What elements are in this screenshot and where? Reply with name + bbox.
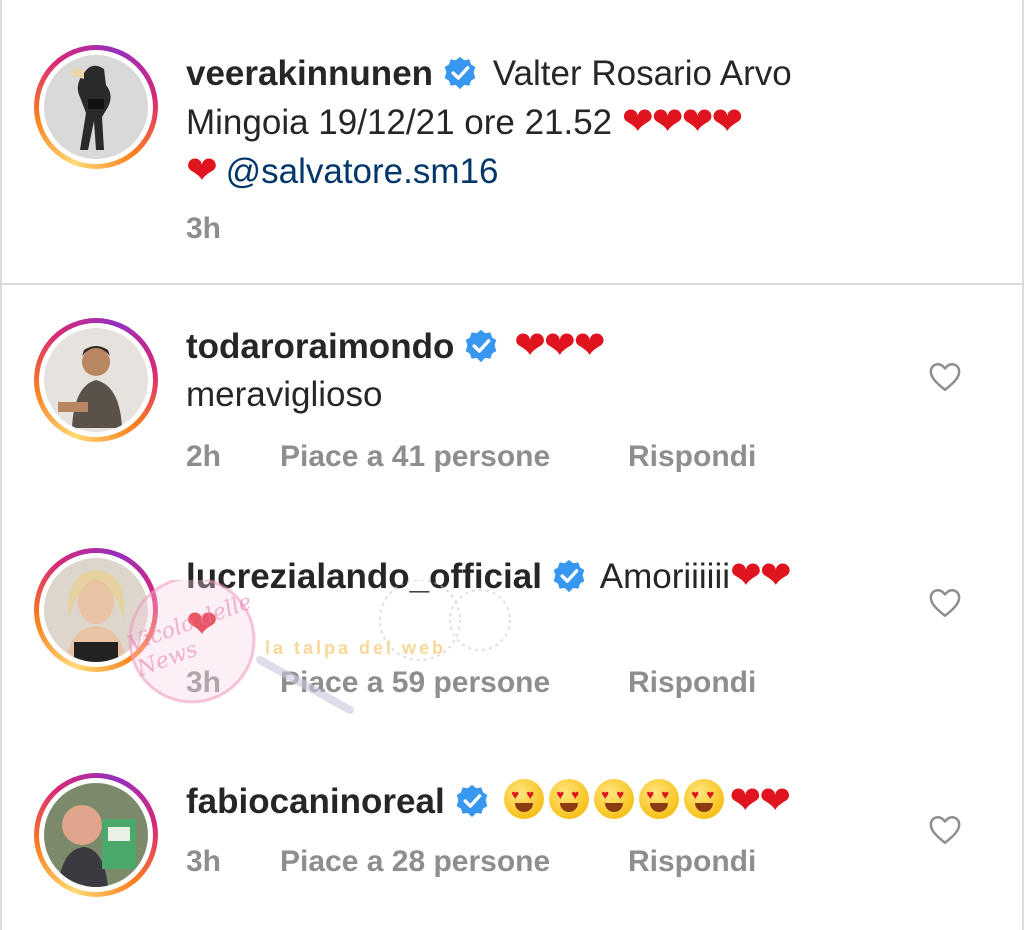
avatar-todaroraimondo[interactable] bbox=[34, 318, 158, 442]
heart-emoji: ❤ bbox=[186, 604, 218, 646]
avatar-veerakinnunen[interactable] bbox=[34, 45, 158, 169]
comment-item: lucrezialando_official Amoriiiiii❤❤ ❤ 3h… bbox=[0, 530, 1024, 720]
heart-eyes-emoji-icon: ♥ ♥ bbox=[684, 779, 725, 819]
comment-text: meraviglioso bbox=[186, 375, 383, 414]
reply-button[interactable]: Rispondi bbox=[628, 440, 756, 474]
comment-item: todaroraimondo ❤❤❤ meraviglioso 2h Piace… bbox=[0, 300, 1024, 490]
comment-time: 3h bbox=[186, 666, 222, 699]
heart-emojis: ❤❤ bbox=[729, 780, 791, 822]
username[interactable]: lucrezialando_official bbox=[186, 557, 542, 596]
caption-text: veerakinnunen Valter Rosario Arvo Mingoi… bbox=[186, 50, 1006, 196]
likes-count[interactable]: Piace a 41 persone bbox=[280, 440, 550, 474]
username[interactable]: veerakinnunen bbox=[186, 54, 433, 93]
comment-text: Amoriiiiii bbox=[599, 557, 731, 596]
mention-link[interactable]: @salvatore.sm16 bbox=[226, 152, 499, 191]
divider bbox=[0, 283, 1024, 285]
verified-badge-icon bbox=[456, 784, 487, 818]
verified-badge-icon bbox=[553, 559, 585, 593]
heart-outline-icon[interactable] bbox=[928, 813, 962, 847]
heart-emojis: ❤❤❤ bbox=[514, 325, 606, 367]
verified-badge-icon bbox=[444, 56, 476, 90]
heart-eyes-emoji-icon: ♥ ♥ bbox=[639, 779, 680, 819]
heart-outline-icon[interactable] bbox=[928, 586, 962, 620]
reply-button[interactable]: Rispondi bbox=[628, 845, 756, 879]
heart-emojis: ❤❤ bbox=[730, 555, 792, 597]
avatar-lucrezialando-official[interactable] bbox=[34, 548, 158, 672]
avatar-fabiocaninoreal[interactable] bbox=[34, 773, 158, 897]
caption-line1: Valter Rosario Arvo bbox=[492, 54, 792, 93]
verified-badge-icon bbox=[466, 329, 497, 363]
heart-eyes-emoji-icon: ♥ ♥ bbox=[594, 779, 635, 819]
heart-emoji: ❤ bbox=[186, 150, 218, 192]
comment-item: fabiocaninoreal ♥ ♥ ♥ ♥ ♥ ♥ ♥ ♥ ♥ ♥ ❤❤ 3h Piace a … bbox=[0, 755, 1024, 930]
caption-line2: Mingoia 19/12/21 ore 21.52 bbox=[186, 103, 613, 142]
comment-time: 2h bbox=[186, 440, 222, 473]
heart-outline-icon[interactable] bbox=[928, 360, 962, 394]
likes-count[interactable]: Piace a 28 persone bbox=[280, 845, 550, 879]
heart-eyes-emojis: ♥ ♥ ♥ ♥ ♥ ♥ ♥ ♥ ♥ ♥ bbox=[504, 779, 729, 821]
heart-eyes-emoji-icon: ♥ ♥ bbox=[504, 779, 545, 819]
post-time: 3h bbox=[186, 212, 222, 245]
username[interactable]: todaroraimondo bbox=[186, 327, 454, 366]
username[interactable]: fabiocaninoreal bbox=[186, 782, 445, 821]
heart-emojis: ❤❤❤❤ bbox=[621, 101, 743, 143]
heart-eyes-emoji-icon: ♥ ♥ bbox=[549, 779, 590, 819]
reply-button[interactable]: Rispondi bbox=[628, 666, 756, 700]
post-caption: veerakinnunen Valter Rosario Arvo Mingoi… bbox=[0, 0, 1024, 283]
likes-count[interactable]: Piace a 59 persone bbox=[280, 666, 550, 700]
comment-time: 3h bbox=[186, 845, 222, 878]
